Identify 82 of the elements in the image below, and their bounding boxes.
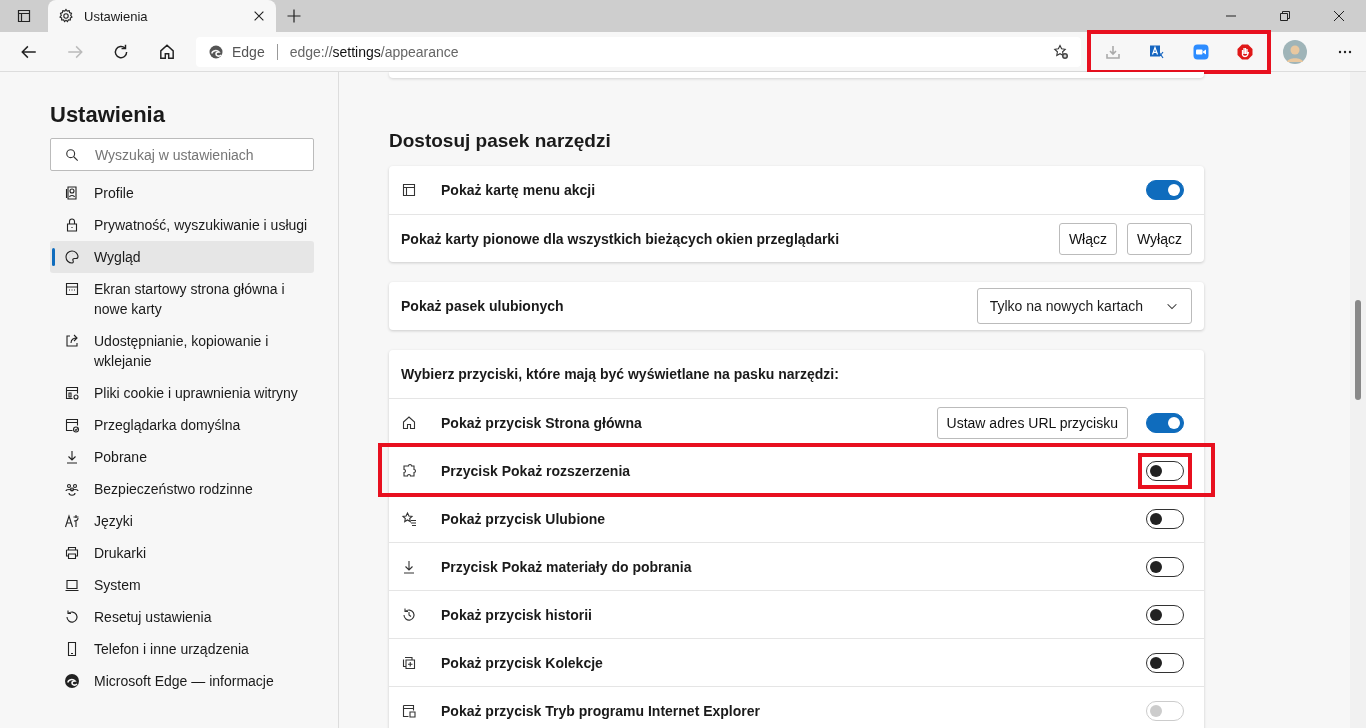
sidebar-item[interactable]: Języki: [50, 505, 314, 537]
tab-menu-icon: [401, 182, 417, 198]
option-button[interactable]: Włącz: [1058, 222, 1117, 255]
setting-label: Przycisk Pokaż rozszerzenia: [441, 462, 631, 479]
sidebar-item[interactable]: Profile: [50, 177, 314, 209]
edge-logo-icon: [208, 43, 224, 60]
toggle-switch[interactable]: [1146, 412, 1184, 433]
setting-label: Pokaż przycisk Kolekcje: [441, 654, 603, 671]
toggle-switch[interactable]: [1146, 556, 1184, 577]
add-favorite-icon[interactable]: [1053, 43, 1069, 60]
toggle-switch[interactable]: [1146, 508, 1184, 529]
sidebar-item[interactable]: Prywatność, wyszukiwanie i usługi: [50, 209, 314, 241]
video-camera-icon[interactable]: [1193, 43, 1209, 60]
browser-check-icon: [64, 417, 80, 433]
sidebar-item[interactable]: Pliki cookie i uprawnienia witryny: [50, 377, 314, 409]
sidebar-item[interactable]: Drukarki: [50, 537, 314, 569]
new-tab-icon[interactable]: [286, 8, 302, 24]
toggle-switch[interactable]: [1146, 652, 1184, 673]
language-icon: [64, 513, 80, 529]
printer-icon: [64, 545, 80, 561]
sidebar-item[interactable]: Ekran startowy strona główna i nowe karty: [50, 273, 314, 325]
option-button[interactable]: Wyłącz: [1127, 222, 1192, 255]
gear-icon: [58, 8, 74, 24]
dropdown[interactable]: Tylko na nowych kartach: [976, 288, 1192, 324]
close-icon[interactable]: [1331, 8, 1347, 24]
setting-label: Pokaż przycisk Strona główna: [441, 414, 642, 431]
section-title: Dostosuj pasek narzędzi: [389, 130, 612, 152]
url-text: edge://settings/appearance: [289, 43, 459, 60]
history-icon: [401, 606, 417, 623]
browser-tab[interactable]: Ustawienia: [48, 0, 276, 32]
setting-label: Pokaż karty pionowe dla wszystkich bieżących okien przeglądarki: [401, 230, 840, 247]
scrollbar-thumb[interactable]: [1355, 300, 1361, 400]
address-bar[interactable]: Edge edge://settings/appearance: [196, 36, 1081, 67]
sidebar-item[interactable]: Udostępnianie, kopiowanie i wklejanie: [50, 325, 314, 377]
edge-logo-icon: [64, 673, 80, 689]
toggle-switch[interactable]: [1146, 180, 1184, 200]
reset-icon: [64, 609, 80, 625]
puzzle-icon: [401, 462, 417, 479]
setting-label: Pokaż pasek ulubionych: [401, 298, 564, 314]
sidebar-item[interactable]: System: [50, 569, 314, 601]
sidebar-item[interactable]: Microsoft Edge — informacje: [50, 665, 314, 697]
restore-icon[interactable]: [1277, 8, 1293, 24]
laptop-icon: [64, 577, 80, 593]
search-icon: [65, 148, 79, 162]
palette-icon: [64, 249, 80, 265]
close-icon[interactable]: [252, 9, 266, 23]
card-header-text: Wybierz przyciski, które mają być wyświetlane na pasku narzędzi:: [401, 366, 839, 382]
search-field[interactable]: Wyszukaj w ustawieniach: [50, 138, 314, 171]
sidebar-item[interactable]: Resetuj ustawienia: [50, 601, 314, 633]
tab-actions-icon[interactable]: [16, 8, 32, 24]
setting-label: Pokaż przycisk historii: [441, 606, 592, 623]
setting-label: Pokaż przycisk Ulubione: [441, 510, 606, 527]
home-icon[interactable]: [158, 42, 176, 61]
lock-icon: [64, 217, 80, 233]
sidebar-title: Ustawienia: [50, 102, 166, 128]
ie-mode-icon: [401, 702, 417, 719]
sidebar-item[interactable]: Przeglądarka domyślna: [50, 409, 314, 441]
profile-icon: [64, 185, 80, 201]
translate-icon[interactable]: [1149, 43, 1165, 60]
download-icon: [401, 558, 417, 575]
sidebar-item[interactable]: Telefon i inne urządzenia: [50, 633, 314, 665]
refresh-icon[interactable]: [112, 42, 130, 61]
set-url-button[interactable]: Ustaw adres URL przycisku: [936, 406, 1128, 439]
toggle-switch[interactable]: [1146, 460, 1184, 481]
home-icon: [401, 414, 417, 431]
download-icon: [64, 449, 80, 465]
family-icon: [64, 481, 80, 497]
toggle-switch[interactable]: [1146, 604, 1184, 625]
share-icon: [64, 333, 80, 349]
sidebar-item[interactable]: Bezpieczeństwo rodzinne: [50, 473, 314, 505]
setting-label: Pokaż kartę menu akcji: [441, 182, 596, 198]
collections-icon: [401, 654, 417, 671]
stop-hand-icon[interactable]: [1237, 43, 1253, 60]
favorites-star-icon: [401, 510, 417, 527]
window-icon: [64, 281, 80, 297]
setting-label: Pokaż przycisk Tryb programu Internet Explorer: [441, 702, 760, 719]
sidebar-item[interactable]: Pobrane: [50, 441, 314, 473]
cookie-settings-icon: [64, 385, 80, 401]
sidebar-item[interactable]: Wygląd: [50, 241, 314, 273]
site-label: Edge: [232, 43, 265, 60]
tab-title: Ustawienia: [84, 8, 149, 24]
setting-label: Przycisk Pokaż materiały do pobrania: [441, 558, 692, 575]
